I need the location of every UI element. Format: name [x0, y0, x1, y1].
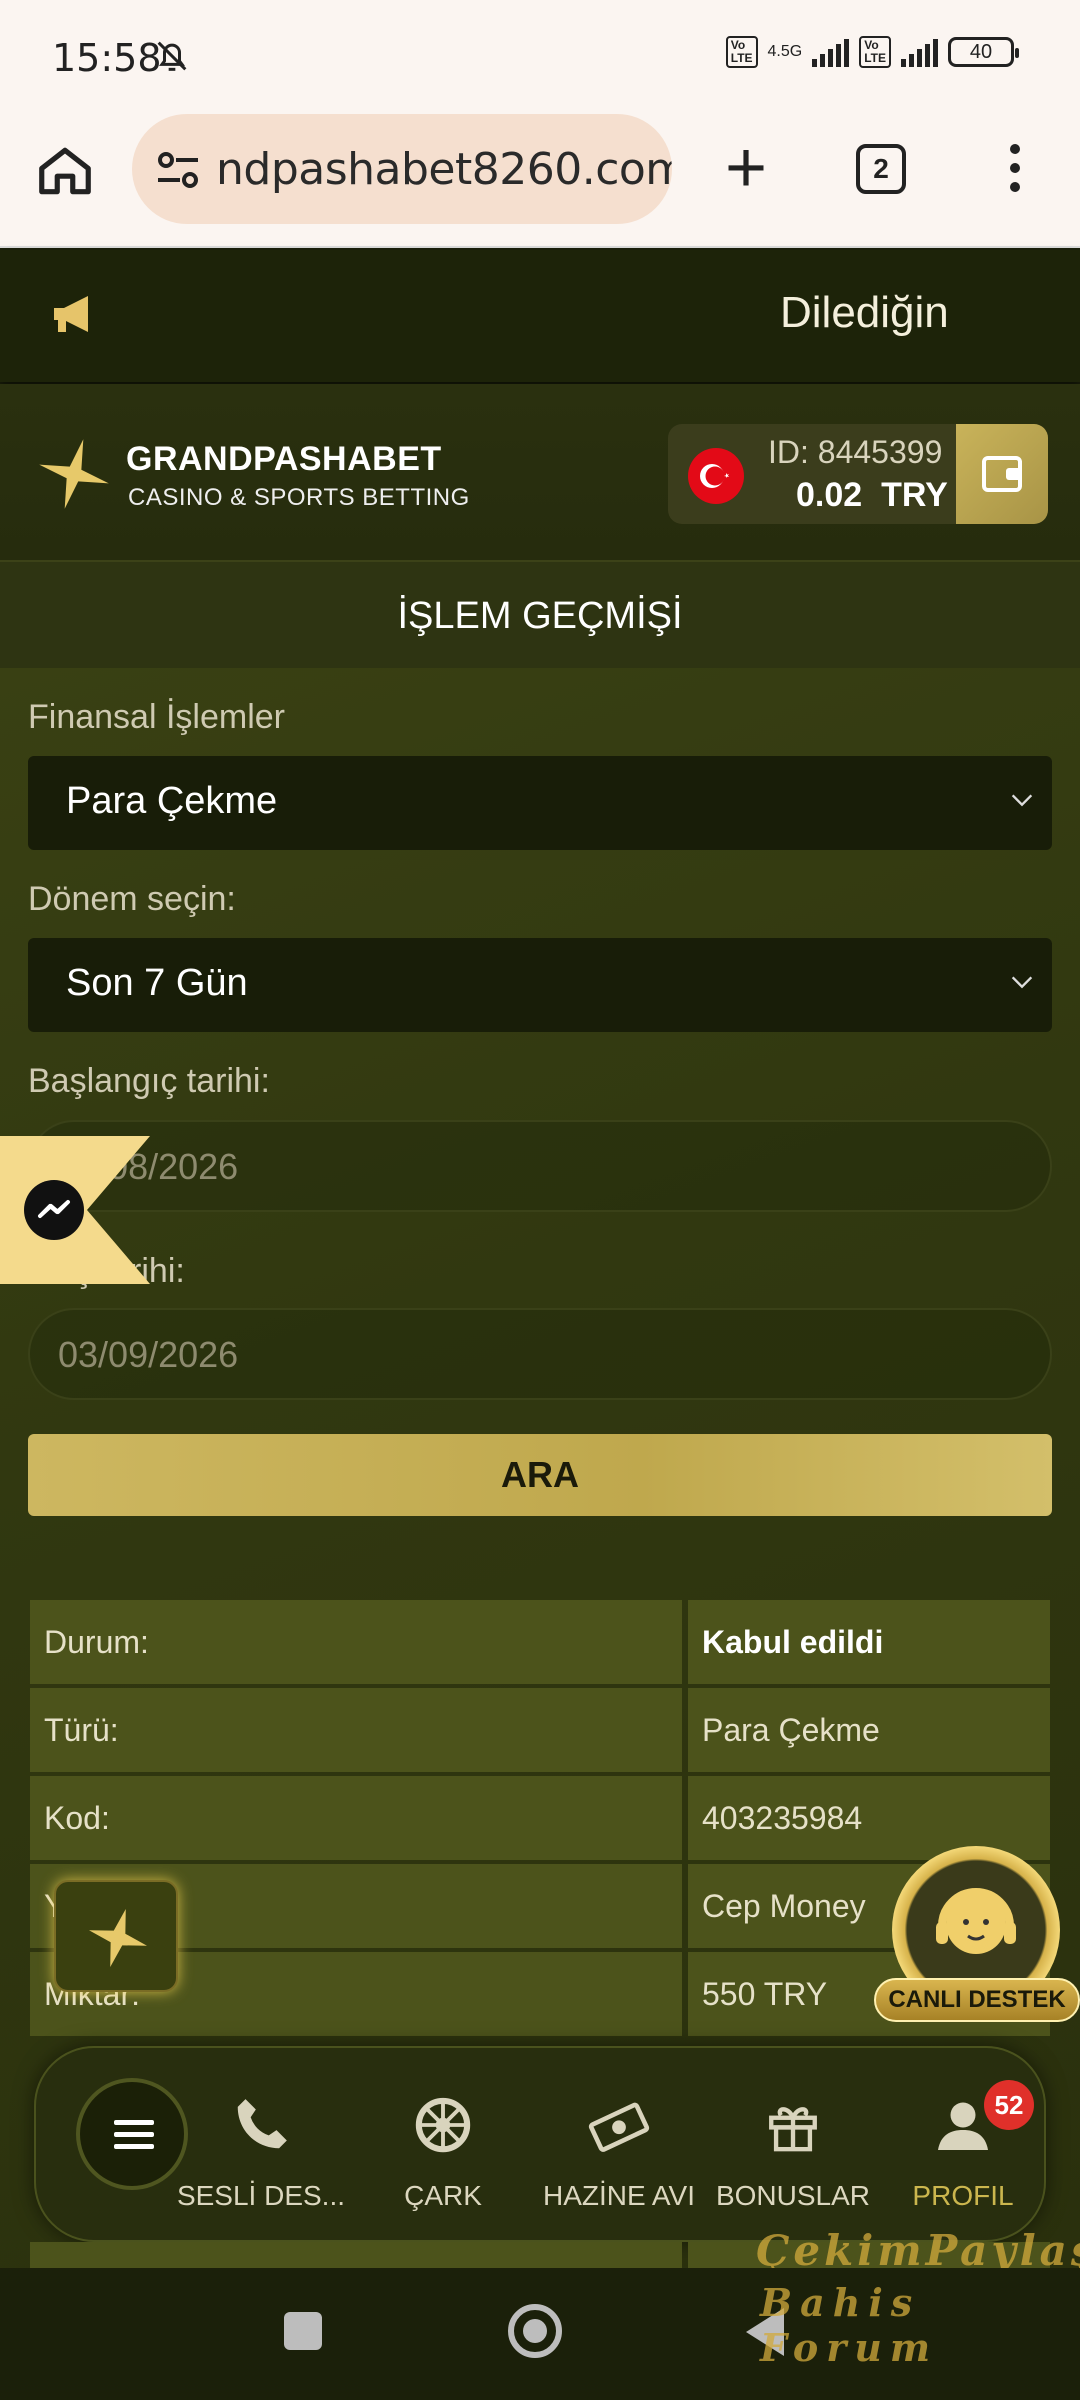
- home-circle-icon[interactable]: [508, 2304, 562, 2358]
- signal-icon-2: [901, 37, 938, 67]
- bell-muted-icon: [152, 36, 192, 81]
- turkey-flag-icon: [688, 448, 744, 504]
- battery-icon: 40: [948, 37, 1019, 67]
- network-indicators: Vo LTE 4.5G Vo LTE 40: [725, 36, 1019, 68]
- table-row: Durum: Kabul edildi: [30, 1600, 1050, 1684]
- end-date-field[interactable]: 03/09/2026: [28, 1308, 1052, 1400]
- brand-star-logo[interactable]: [34, 434, 114, 519]
- volte-icon: Vo LTE: [725, 36, 758, 68]
- nav-item-treasure-hunt[interactable]: HAZİNE AVI: [534, 2088, 704, 2212]
- star-fab-button[interactable]: [54, 1880, 178, 1992]
- page-title: İŞLEM GEÇMİŞİ: [0, 560, 1080, 668]
- nav-label: PROFIL: [912, 2180, 1014, 2211]
- row-value: Para Çekme: [702, 1712, 880, 1748]
- period-select-value: Son 7 Gün: [66, 962, 248, 1004]
- type-select-value: Para Çekme: [66, 780, 278, 822]
- watermark-line2: Bahis Forum: [760, 2280, 939, 2370]
- row-value: Kabul edildi: [702, 1624, 884, 1660]
- wallet-button[interactable]: [956, 424, 1048, 524]
- nav-label: BONUSLAR: [715, 2180, 871, 2211]
- row-key: Durum:: [44, 1624, 149, 1660]
- balance-currency: TRY: [881, 476, 948, 514]
- row-key: Kod:: [44, 1800, 110, 1836]
- period-label: Dönem seçin:: [28, 880, 236, 918]
- row-value: Cep Money: [702, 1888, 866, 1924]
- notification-badge: 52: [984, 2080, 1034, 2130]
- recents-icon[interactable]: [284, 2312, 322, 2350]
- gift-icon: [708, 2088, 878, 2162]
- announcement-text: Dilediğin: [780, 288, 949, 337]
- site-settings-icon[interactable]: [154, 150, 202, 195]
- end-date-value: 03/09/2026: [58, 1334, 239, 1375]
- account-balance: 0.02 TRY: [796, 476, 948, 515]
- status-time: 15:58: [52, 36, 162, 80]
- search-button[interactable]: ARA: [28, 1434, 1052, 1516]
- live-support-label: CANLI DESTEK: [874, 1978, 1080, 2022]
- bottom-navigation: SESLİ DES... ÇARK HAZİNE AVI BONUSLAR 52…: [34, 2046, 1046, 2242]
- row-value: 403235984: [702, 1800, 863, 1836]
- nav-item-profile[interactable]: 52 PROFIL: [878, 2080, 1048, 2212]
- brand-tagline: CASINO & SPORTS BETTING: [128, 484, 470, 511]
- nav-item-bonuses[interactable]: BONUSLAR: [708, 2088, 878, 2212]
- row-key: Türü:: [44, 1712, 119, 1748]
- announcement-bar: Dilediğin: [0, 250, 1080, 382]
- address-bar[interactable]: ndpashabet8260.com: [132, 114, 672, 224]
- nav-label: ÇARK: [404, 2180, 482, 2211]
- star-icon: [89, 1909, 147, 1967]
- site-header: GRANDPASHABET CASINO & SPORTS BETTING ID…: [0, 384, 1080, 560]
- url-text: ndpashabet8260.com: [216, 144, 672, 195]
- brand-name: GRANDPASHABET: [126, 440, 442, 478]
- nav-item-wheel[interactable]: ÇARK: [358, 2088, 528, 2212]
- menu-button[interactable]: [76, 2078, 188, 2190]
- nav-label: HAZİNE AVI: [543, 2180, 695, 2211]
- nav-item-voice-support[interactable]: SESLİ DES...: [176, 2088, 346, 2212]
- browser-toolbar: ndpashabet8260.com + 2: [0, 112, 1080, 248]
- start-date-label: Başlangıç tarihi:: [28, 1062, 270, 1100]
- wallet-icon: [982, 456, 1022, 492]
- wheel-icon: [358, 2088, 528, 2162]
- volte-icon-2: Vo LTE: [859, 36, 891, 68]
- phone-icon: [176, 2088, 346, 2162]
- chevron-down-icon: [1011, 794, 1033, 807]
- megaphone-icon: [48, 290, 104, 343]
- type-label: Finansal İşlemler: [28, 698, 285, 736]
- more-options-icon[interactable]: [1000, 144, 1030, 192]
- balance-amount: 0.02: [796, 476, 863, 514]
- account-id: ID: 8445399: [768, 434, 943, 470]
- nav-label: SESLİ DES...: [176, 2180, 346, 2211]
- live-support-button[interactable]: CANLI DESTEK: [874, 1846, 1080, 2046]
- signal-icon: [812, 37, 850, 67]
- new-tab-icon[interactable]: +: [716, 132, 776, 204]
- type-select[interactable]: Para Çekme: [28, 756, 1052, 850]
- chevron-down-icon: [1011, 976, 1033, 989]
- status-bar: 15:58 Vo LTE 4.5G Vo LTE 40: [0, 0, 1080, 112]
- row-value: 550 TRY: [702, 1976, 828, 2012]
- hamburger-icon: [114, 2120, 154, 2125]
- network-type: 4.5G: [767, 43, 803, 60]
- messenger-icon: [24, 1180, 84, 1240]
- table-row: Türü: Para Çekme: [30, 1688, 1050, 1772]
- tab-switcher-button[interactable]: 2: [856, 144, 906, 194]
- money-icon: [534, 2088, 704, 2162]
- home-icon[interactable]: [34, 140, 96, 202]
- start-date-field[interactable]: 03/08/2026: [28, 1120, 1052, 1212]
- period-select[interactable]: Son 7 Gün: [28, 938, 1052, 1032]
- account-panel[interactable]: ID: 8445399 0.02 TRY: [668, 424, 1048, 524]
